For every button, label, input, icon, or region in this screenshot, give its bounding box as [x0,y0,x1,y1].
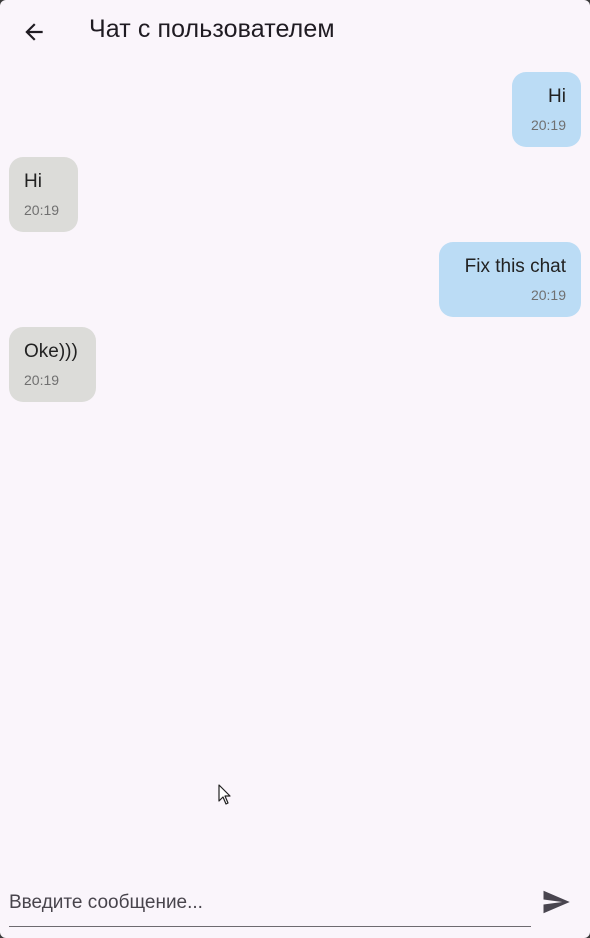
send-button[interactable] [538,884,574,920]
message-bubble-outgoing: Fix this chat 20:19 [439,242,581,317]
message-bubble-incoming: Oke))) 20:19 [9,327,96,402]
message-text: Oke))) [24,341,78,362]
app-bar: Чат с пользователем [0,0,590,64]
message-time: 20:19 [530,117,566,133]
message-text: Hi [548,86,566,107]
arrow-left-icon [25,23,43,41]
message-bubble-outgoing: Hi 20:19 [512,72,581,147]
back-button[interactable] [14,12,54,52]
send-icon [543,890,570,914]
message-time: 20:19 [24,372,60,388]
message-text: Hi [24,171,42,192]
message-time: 20:19 [24,202,60,218]
message-time: 20:19 [530,287,566,303]
page-title: Чат с пользователем [89,15,335,43]
chat-window: Чат с пользователем Hi 20:19 Hi 20:19 Fi… [0,0,590,938]
mouse-cursor-icon [218,784,232,811]
message-text: Fix this chat [464,256,566,277]
message-input[interactable] [9,880,531,927]
message-composer [0,870,590,938]
message-bubble-incoming: Hi 20:19 [9,157,78,232]
